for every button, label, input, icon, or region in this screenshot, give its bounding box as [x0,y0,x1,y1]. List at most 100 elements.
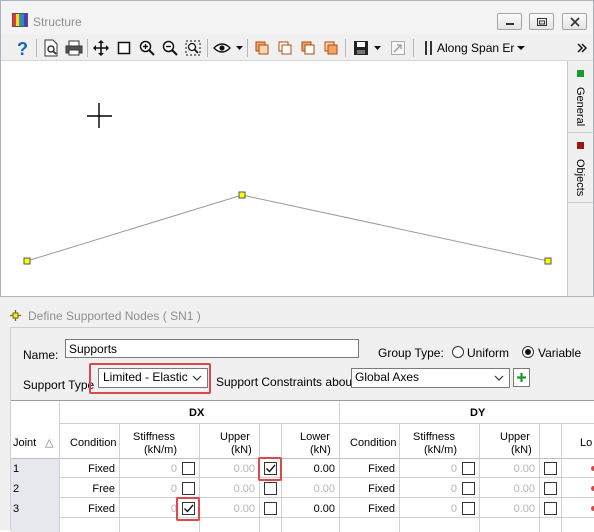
row1-dx-stiffness-checkbox[interactable] [182,462,195,475]
row3-dy-upper-checkbox[interactable] [544,502,557,515]
row2-dx-lower[interactable]: 0.00 [283,483,335,495]
row1-dy-stiffness[interactable]: 0 [401,463,457,475]
report-icon[interactable] [298,38,318,58]
row1-dy-condition[interactable]: Fixed [351,463,395,475]
toolbar-overflow-icon[interactable] [575,38,589,58]
zoom-extents-icon[interactable] [183,38,203,58]
col-divider [339,401,340,532]
col-header-dx-stiffness: Stiffness [133,431,175,443]
row2-joint[interactable]: 2 [13,483,19,495]
col-header-dy-condition: Condition [350,437,397,449]
dialog-title: Define Supported Nodes ( SN1 ) [28,309,201,323]
row2-dy-upper[interactable]: 0.00 [481,483,535,495]
row2-dy-stiffness-checkbox[interactable] [462,482,475,495]
row2-dx-upper[interactable]: 0.00 [201,483,255,495]
col-header-joint[interactable]: Joint [13,437,36,449]
restore-button[interactable] [529,13,554,30]
toolbar-separator [247,39,248,57]
side-tab-objects-label: Objects [574,159,586,197]
general-square-icon [577,70,584,77]
row3-dy-stiffness-checkbox[interactable] [462,502,475,515]
toolbar-separator [36,39,37,57]
pan-icon[interactable] [91,38,111,58]
close-button[interactable] [562,13,587,30]
grid-header-divider [59,423,594,424]
layer-icon[interactable] [321,38,341,58]
row1-dx-upper[interactable]: 0.00 [201,463,255,475]
save-icon[interactable] [351,38,371,58]
load-case-selector[interactable]: Along Span Er [425,39,526,57]
node-2[interactable] [238,191,246,199]
structure-window-title: Structure [33,15,82,29]
radio-uniform[interactable] [452,346,464,358]
row1-dy-upper[interactable]: 0.00 [481,463,535,475]
copy-icon[interactable] [252,38,272,58]
side-tab-objects[interactable]: Objects [568,133,594,203]
row1-dx-lower[interactable]: 0.00 [283,463,335,475]
row2-dx-upper-checkbox[interactable] [264,482,277,495]
row1-joint[interactable]: 1 [13,463,19,475]
row3-dx-condition[interactable]: Fixed [71,503,115,515]
help-icon[interactable]: ? [13,38,33,58]
select-box-icon[interactable] [114,38,134,58]
structure-title-bar: Structure [1,1,593,35]
chevron-down-icon [494,375,504,381]
row3-dx-upper-checkbox[interactable] [264,502,277,515]
objects-square-icon [577,142,584,149]
add-constraint-button[interactable] [513,368,530,387]
row1-dx-condition[interactable]: Fixed [71,463,115,475]
paste-icon[interactable] [275,38,295,58]
print-icon[interactable] [64,38,84,58]
row3-dy-upper[interactable]: 0.00 [481,503,535,515]
row1-dx-stiffness[interactable]: 0 [121,463,177,475]
row3-dy-condition[interactable]: Fixed [351,503,395,515]
radio-variable-label[interactable]: Variable [538,346,581,360]
load-case-label: Along Span Er [437,41,515,55]
col-header-dy-stiffness: Stiffness [413,431,455,443]
row-divider [11,477,594,478]
row2-dx-condition[interactable]: Free [71,483,115,495]
structure-window: Structure ? Along Span Er General Object… [0,0,594,296]
view-dropdown-caret[interactable] [235,38,243,58]
row2-dx-stiffness-checkbox[interactable] [182,482,195,495]
view-icon[interactable] [212,38,232,58]
name-input[interactable] [65,339,359,358]
row1-dy-stiffness-checkbox[interactable] [462,462,475,475]
row2-dx-stiffness[interactable]: 0 [121,483,177,495]
row-divider [11,497,594,498]
row2-dy-stiffness[interactable]: 0 [401,483,457,495]
structure-canvas[interactable] [1,61,567,296]
supports-grid: DX DY Joint △ Condition Stiffness (kN/m)… [11,400,594,532]
node-3[interactable] [544,257,552,265]
toolbar-separator [345,39,346,57]
constraints-select[interactable]: Global Axes [351,368,510,388]
zoom-out-icon[interactable] [160,38,180,58]
row2-dy-upper-checkbox[interactable] [544,482,557,495]
node-1[interactable] [23,257,31,265]
col-header-dy-upper-unit: (kN) [511,444,532,456]
row3-joint[interactable]: 3 [13,503,19,515]
zoom-in-icon[interactable] [137,38,157,58]
row3-dy-stiffness[interactable]: 0 [401,503,457,515]
group-type-label: Group Type: [378,346,444,360]
radio-uniform-label[interactable]: Uniform [467,346,509,360]
export-icon[interactable] [388,38,408,58]
row1-dy-upper-checkbox[interactable] [544,462,557,475]
pin-icon[interactable] [10,310,21,321]
row3-dx-stiffness[interactable]: 0 [121,503,177,515]
save-dropdown-caret[interactable] [373,38,381,58]
sort-ascending-icon: △ [45,437,54,449]
row3-dx-upper[interactable]: 0.00 [201,503,255,515]
dialog-title-bar: Define Supported Nodes ( SN1 ) [0,297,594,327]
side-tab-general[interactable]: General [568,61,594,133]
print-preview-icon[interactable] [41,38,61,58]
define-supported-nodes-dialog: Define Supported Nodes ( SN1 ) Name: Gro… [0,296,594,532]
row3-dx-lower[interactable]: 0.00 [283,503,335,515]
structure-drawing[interactable] [1,61,567,296]
minimize-button[interactable] [497,13,522,30]
close-icon [570,17,580,27]
constraints-value: Global Axes [355,370,420,384]
row2-dy-condition[interactable]: Fixed [351,483,395,495]
radio-variable[interactable] [522,346,534,358]
col-divider [59,401,60,532]
